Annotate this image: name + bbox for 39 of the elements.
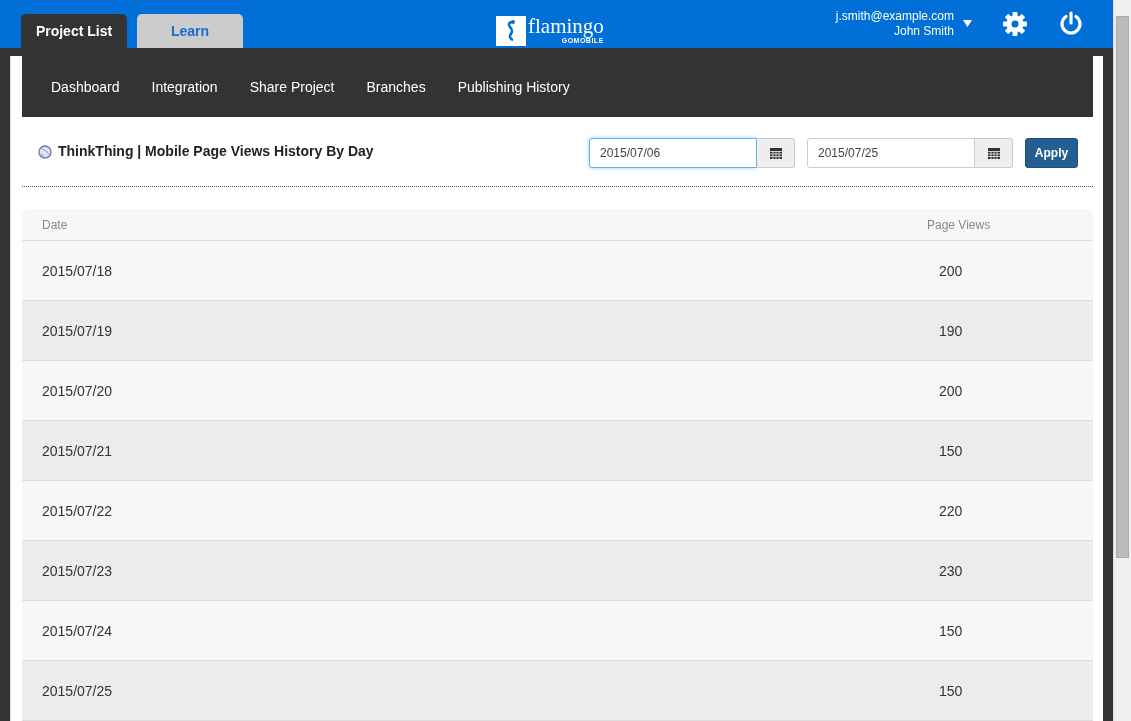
table-cell-text: 2015/07/23 bbox=[42, 562, 114, 579]
power-icon[interactable] bbox=[1059, 11, 1083, 37]
table-cell-text: 2015/07/18 bbox=[42, 262, 114, 279]
table-cell-text: 200 bbox=[939, 262, 964, 279]
nav-link[interactable]: Share Project bbox=[249, 78, 335, 95]
table-cell-text: 200 bbox=[939, 382, 964, 399]
table-cell-text: 150 bbox=[939, 682, 964, 699]
report-title: ThinkThing | Mobile Page Views History By Day bbox=[58, 142, 374, 159]
table-cell-text: 2015/07/21 bbox=[42, 442, 114, 459]
user-name: John Smith bbox=[893, 23, 954, 39]
table-cell-text: 190 bbox=[939, 322, 964, 339]
table-cell-text: 220 bbox=[939, 502, 964, 519]
table-cell-text: 2015/07/24 bbox=[42, 622, 114, 639]
caret-icon[interactable] bbox=[963, 20, 972, 28]
nav-link[interactable]: Branches bbox=[366, 78, 426, 95]
calendar-button[interactable] bbox=[975, 137, 1013, 168]
calendar-icon bbox=[769, 146, 782, 159]
user-email: j.smith@example.com bbox=[835, 8, 954, 24]
table-cell-text: 2015/07/20 bbox=[42, 382, 114, 399]
scrollbar[interactable] bbox=[1113, 0, 1131, 721]
calendar-icon bbox=[987, 146, 1000, 159]
table-cell-text: 2015/07/22 bbox=[42, 502, 114, 519]
nav-link[interactable]: Dashboard bbox=[51, 78, 120, 95]
table-cell-text: 2015/07/19 bbox=[42, 322, 114, 339]
table-cell-text: 150 bbox=[939, 622, 964, 639]
nav-link[interactable]: Publishing History bbox=[457, 78, 570, 95]
table-cell-text: 230 bbox=[939, 562, 964, 579]
start-date-field[interactable]: 2015/07/06 bbox=[589, 137, 757, 168]
logo-text: flamingo bbox=[528, 16, 604, 36]
column-header: Date bbox=[42, 217, 69, 232]
tab[interactable]: Project List bbox=[21, 13, 127, 48]
table-cell-text: 150 bbox=[939, 442, 964, 459]
column-header: Page Views bbox=[927, 217, 992, 232]
settings-icon[interactable] bbox=[1002, 10, 1028, 37]
apply-button[interactable]: Apply bbox=[1025, 137, 1078, 168]
table-cell-text: 2015/07/25 bbox=[42, 682, 114, 699]
nav-link[interactable]: Integration bbox=[151, 78, 218, 95]
end-date-field[interactable]: 2015/07/25 bbox=[807, 137, 975, 168]
calendar-button[interactable] bbox=[757, 137, 795, 168]
